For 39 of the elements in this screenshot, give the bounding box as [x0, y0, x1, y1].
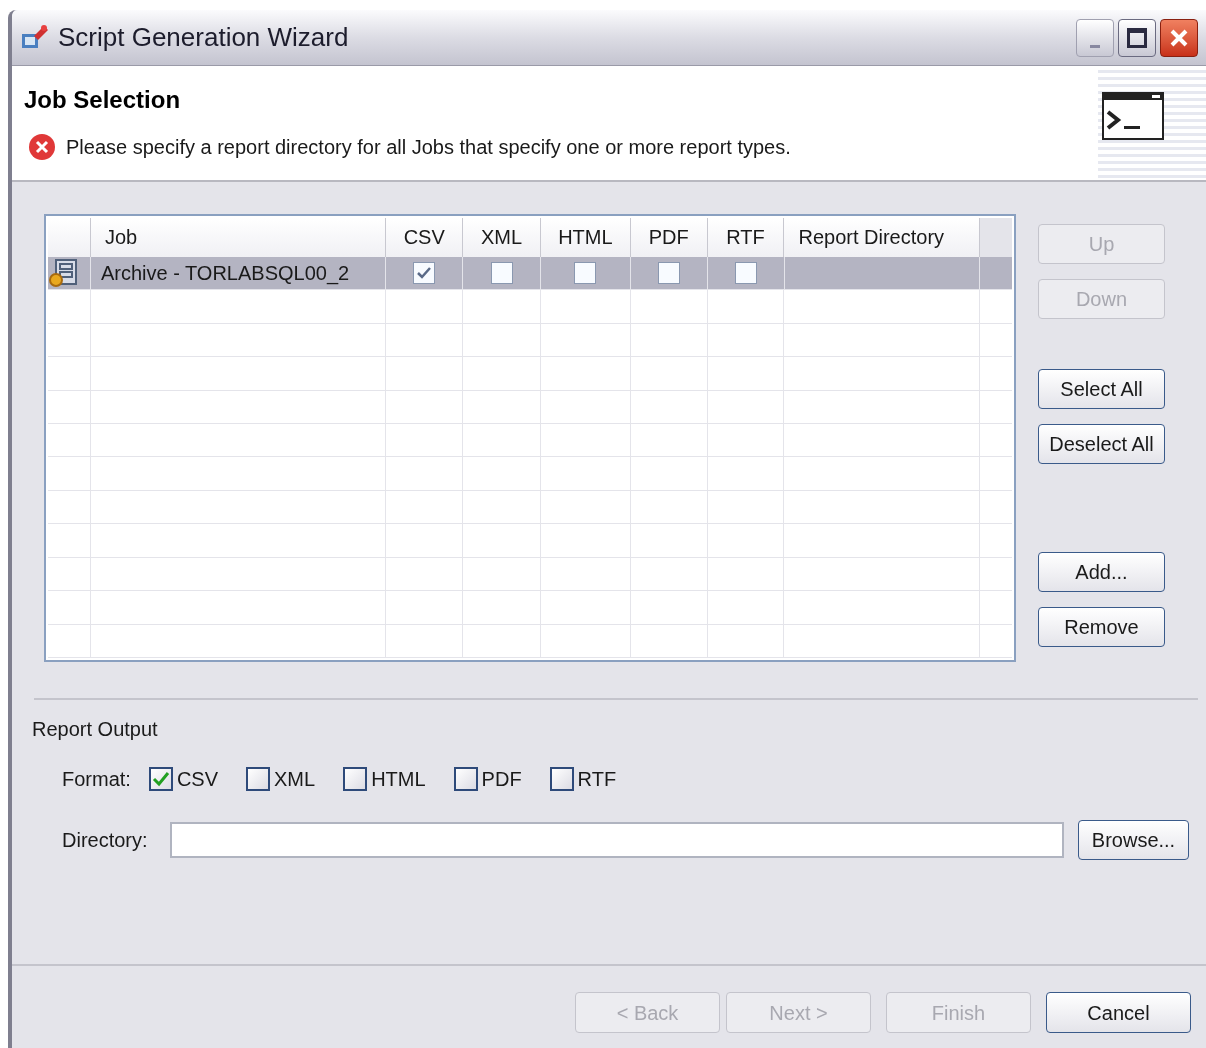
- checkmark-icon: [416, 266, 433, 281]
- page-title: Job Selection: [24, 85, 182, 115]
- section-label: Report Output: [32, 717, 159, 742]
- directory-label: Directory:: [62, 828, 149, 853]
- checkbox[interactable]: [574, 262, 597, 285]
- close-button[interactable]: [1160, 18, 1198, 57]
- job-name: Archive - TORLABSQL00_2: [100, 261, 350, 287]
- checkbox[interactable]: [413, 262, 436, 285]
- header-filler: [979, 218, 1012, 257]
- side-button[interactable]: Remove: [1038, 607, 1165, 647]
- job-icon: [48, 259, 78, 288]
- directory-field[interactable]: [170, 822, 1064, 858]
- window-title: Script Generation Wizard: [58, 21, 350, 54]
- footer-button[interactable]: Cancel: [1046, 992, 1191, 1033]
- column-header[interactable]: RTF: [706, 218, 784, 257]
- format-label: Format:: [62, 767, 131, 792]
- column-header[interactable]: HTML: [539, 218, 630, 257]
- browse-button[interactable]: Browse...: [1078, 820, 1189, 860]
- column-header[interactable]: CSV: [385, 218, 463, 257]
- format-checkbox[interactable]: CSV: [148, 764, 219, 794]
- side-button[interactable]: Add...: [1038, 552, 1165, 592]
- column-header[interactable]: PDF: [629, 218, 707, 257]
- checkbox[interactable]: [657, 262, 680, 285]
- terminal-icon: [1102, 92, 1164, 140]
- checkbox[interactable]: [490, 262, 513, 285]
- side-button[interactable]: Select All: [1038, 369, 1165, 409]
- format-checkbox[interactable]: XML: [246, 764, 316, 794]
- error-message: Please specify a report directory for all Jobs that specify one or more report types.: [66, 135, 791, 160]
- checkbox[interactable]: [734, 262, 757, 285]
- maximize-button[interactable]: [1118, 18, 1156, 57]
- error-icon: [28, 133, 56, 161]
- side-button[interactable]: Deselect All: [1038, 424, 1165, 464]
- table-row[interactable]: Archive - TORLABSQL00_2: [48, 256, 1012, 291]
- column-header[interactable]: Job: [89, 218, 386, 257]
- format-checkbox[interactable]: HTML: [343, 764, 426, 794]
- format-checkbox[interactable]: RTF: [549, 764, 617, 794]
- format-checkbox[interactable]: PDF: [453, 764, 522, 794]
- column-header[interactable]: XML: [462, 218, 540, 257]
- checkmark-icon: [151, 771, 170, 787]
